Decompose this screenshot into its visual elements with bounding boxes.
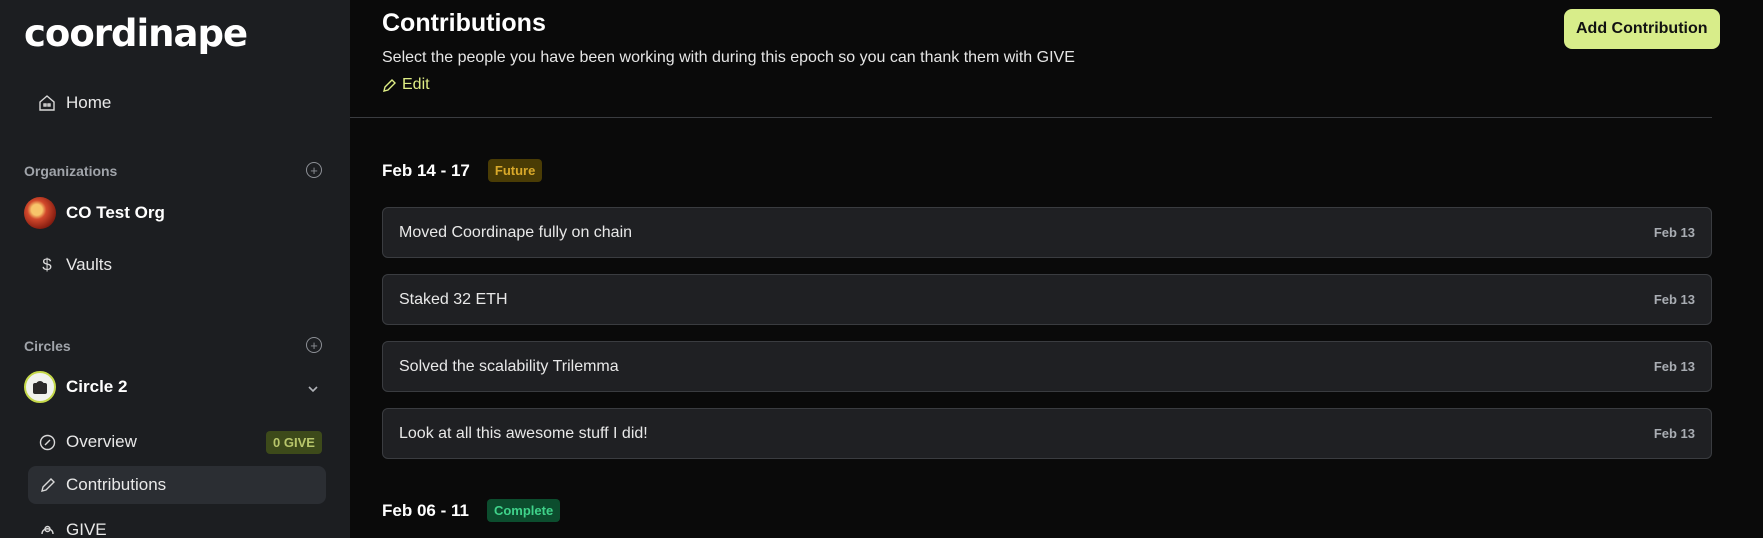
contribution-text: Moved Coordinape fully on chain	[399, 223, 633, 241]
sidebar-item-label: GIVE	[66, 520, 107, 538]
contribution-row[interactable]: Moved Coordinape fully on chain Feb 13	[382, 207, 1712, 258]
give-balance-badge: 0 GIVE	[266, 431, 322, 454]
contribution-date: Feb 13	[1653, 359, 1695, 374]
give-icon	[36, 519, 58, 538]
sidebar-item-label: Home	[66, 93, 112, 112]
add-organization-button[interactable]: +	[306, 162, 322, 178]
dollar-icon: $	[42, 255, 52, 274]
circle-item[interactable]: Circle 2	[24, 369, 127, 405]
sidebar-item-label: Vaults	[66, 255, 112, 274]
sidebar-item-home[interactable]: Home	[28, 84, 326, 122]
main-content: Contributions Select the people you have…	[350, 0, 1763, 538]
contribution-row[interactable]: Staked 32 ETH Feb 13	[382, 274, 1712, 325]
contribution-text: Look at all this awesome stuff I did!	[399, 424, 648, 442]
sidebar-item-vaults[interactable]: $ Vaults	[28, 246, 326, 284]
add-contribution-button[interactable]: Add Contribution	[1564, 9, 1720, 49]
epoch-date: Feb 06 - 11	[382, 500, 469, 520]
coordinape-logo[interactable]: coordinape	[24, 12, 248, 55]
status-badge: Complete	[486, 499, 561, 522]
pencil-icon	[36, 474, 58, 496]
pencil-icon	[383, 78, 396, 92]
sidebar-item-give[interactable]: GIVE	[28, 511, 326, 538]
epoch-header: Feb 14 - 17 Future	[382, 159, 543, 182]
organization-avatar	[24, 197, 56, 229]
edit-label: Edit	[402, 76, 430, 93]
header-divider	[350, 117, 1712, 118]
sidebar: coordinape Home Organizations + CO Test …	[0, 0, 350, 538]
status-badge: Future	[487, 159, 543, 182]
contribution-date: Feb 13	[1653, 426, 1695, 441]
sidebar-item-label: Overview	[66, 432, 137, 451]
contribution-text: Staked 32 ETH	[399, 290, 508, 308]
page-subtitle: Select the people you have been working …	[382, 49, 1075, 66]
add-circle-button[interactable]: +	[306, 337, 322, 353]
circle-avatar	[24, 371, 56, 403]
organization-item[interactable]: CO Test Org	[24, 195, 165, 231]
edit-button[interactable]: Edit	[382, 76, 430, 94]
organization-name: CO Test Org	[66, 203, 165, 222]
sidebar-item-label: Contributions	[66, 475, 167, 494]
epoch-header: Feb 06 - 11 Complete	[382, 499, 561, 522]
organizations-title: Organizations	[24, 163, 118, 179]
contribution-text: Solved the scalability Trilemma	[399, 357, 619, 375]
contribution-date: Feb 13	[1653, 225, 1695, 240]
circle-name: Circle 2	[66, 377, 128, 396]
sidebar-item-contributions[interactable]: Contributions	[28, 466, 326, 504]
chevron-down-icon[interactable]	[306, 382, 320, 396]
page-title: Contributions	[382, 9, 546, 37]
epoch-date: Feb 14 - 17	[382, 160, 470, 180]
home-icon	[36, 92, 58, 114]
overview-icon	[36, 431, 58, 453]
circles-title: Circles	[24, 338, 71, 354]
contribution-row[interactable]: Look at all this awesome stuff I did! Fe…	[382, 408, 1712, 459]
contribution-row[interactable]: Solved the scalability Trilemma Feb 13	[382, 341, 1712, 392]
contribution-date: Feb 13	[1653, 292, 1695, 307]
